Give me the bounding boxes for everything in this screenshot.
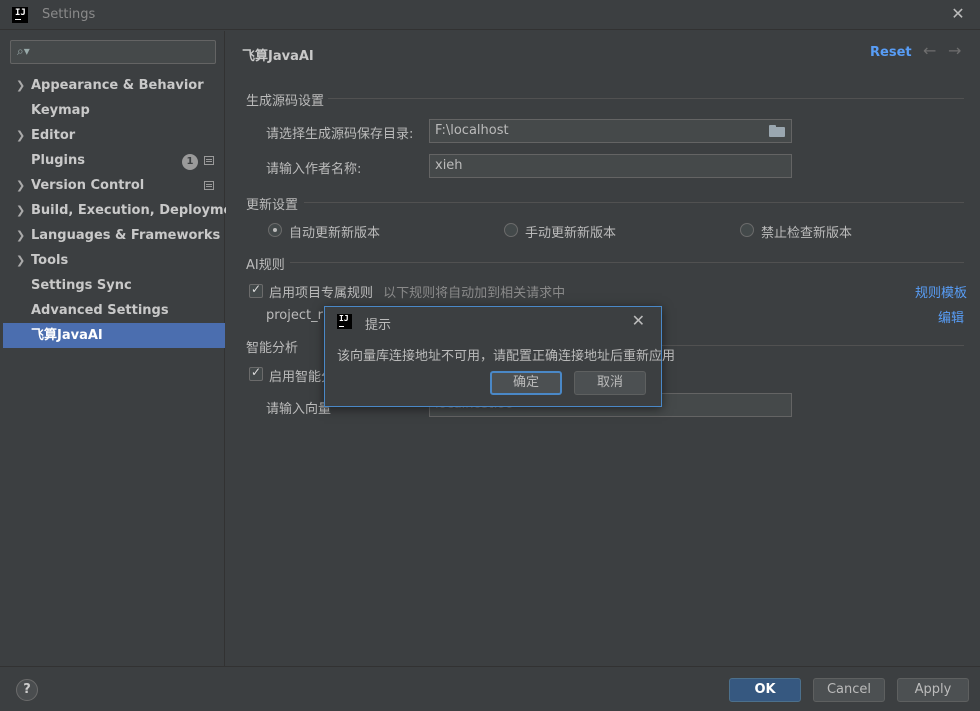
alert-dialog: IJ 提示 ✕ 该向量库连接地址不可用，请配置正确连接地址后重新应用 确定 取消 — [324, 306, 675, 407]
page-title: 飞算JavaAI — [242, 49, 314, 64]
sidebar-item-languages[interactable]: ❯ Languages & Frameworks — [0, 223, 225, 248]
dialog-cancel-button[interactable]: 取消 — [574, 371, 646, 395]
ok-button[interactable]: OK — [729, 678, 801, 702]
arrow-right-icon[interactable]: → — [948, 41, 961, 60]
edit-rule-link[interactable]: 编辑 — [938, 307, 964, 326]
author-value: xieh — [435, 158, 463, 173]
rules-template-link[interactable]: 规则模板 — [915, 282, 967, 301]
sidebar-item-label: Plugins — [31, 153, 85, 168]
chevron-right-icon: ❯ — [16, 179, 26, 192]
source-path-label: 请选择生成源码保存目录: — [266, 127, 414, 142]
sidebar-item-label: Build, Execution, Deployment — [31, 203, 248, 218]
apply-button[interactable]: Apply — [897, 678, 969, 702]
settings-sidebar: ⌕▾ ❯ Appearance & Behavior Keymap ❯ Edit… — [0, 31, 248, 666]
enable-project-rules-text: 启用项目专属规则 — [269, 286, 374, 301]
disable-update-label: 禁止检查新版本 — [761, 226, 853, 241]
chevron-right-icon: ❯ — [16, 79, 26, 92]
sidebar-item-label: Settings Sync — [31, 278, 132, 293]
ai-rules-section-header: AI规则 — [246, 258, 285, 273]
enable-project-rules-label: 启用项目专属规则 以下规则将自动加到相关请求中 — [269, 282, 565, 301]
dialog-title: 提示 — [365, 318, 392, 333]
sidebar-item-appearance[interactable]: ❯ Appearance & Behavior — [0, 73, 225, 98]
folder-icon[interactable] — [769, 125, 785, 137]
sidebar-item-build[interactable]: ❯ Build, Execution, Deployment — [0, 198, 248, 223]
intellij-logo-icon: IJ — [337, 314, 352, 329]
section-divider — [290, 262, 964, 263]
enable-project-rules-checkbox[interactable] — [249, 282, 263, 298]
update-section-header: 更新设置 — [246, 198, 299, 213]
title-bar: IJ Settings ✕ — [0, 0, 980, 30]
dialog-confirm-button[interactable]: 确定 — [490, 371, 562, 395]
sidebar-item-label: 飞算JavaAI — [31, 328, 103, 343]
source-path-field[interactable]: F:\localhost — [429, 119, 792, 143]
reset-link[interactable]: Reset — [870, 45, 912, 60]
search-icon: ⌕▾ — [17, 44, 30, 58]
update-count-badge: 1 — [182, 154, 198, 170]
settings-tree: ❯ Appearance & Behavior Keymap ❯ Editor … — [0, 73, 248, 348]
sidebar-item-label: Editor — [31, 128, 76, 143]
intellij-logo-icon: IJ — [12, 7, 28, 23]
sidebar-item-advanced[interactable]: Advanced Settings — [0, 298, 225, 323]
sidebar-item-settings-sync[interactable]: Settings Sync — [0, 273, 225, 298]
arrow-left-icon[interactable]: ← — [923, 41, 936, 60]
enable-smart-analysis-checkbox[interactable] — [249, 365, 263, 381]
source-path-value: F:\localhost — [435, 123, 509, 138]
project-level-icon — [204, 181, 214, 190]
sidebar-item-keymap[interactable]: Keymap — [0, 98, 225, 123]
dialog-footer: ? OK Cancel Apply — [0, 666, 980, 711]
sidebar-item-version-control[interactable]: ❯ Version Control — [0, 173, 225, 198]
section-divider — [328, 98, 964, 99]
sidebar-item-label: Version Control — [31, 178, 145, 193]
vector-db-label: 请输入向量 — [266, 402, 332, 417]
sidebar-item-tools[interactable]: ❯ Tools — [0, 248, 225, 273]
auto-update-radio[interactable] — [268, 223, 282, 237]
chevron-right-icon: ❯ — [16, 254, 26, 267]
source-section-header: 生成源码设置 — [246, 94, 325, 109]
search-input[interactable]: ⌕▾ — [10, 40, 216, 64]
auto-update-label: 自动更新新版本 — [289, 226, 381, 241]
disable-update-radio[interactable] — [740, 223, 754, 237]
manual-update-radio[interactable] — [504, 223, 518, 237]
chevron-right-icon: ❯ — [16, 229, 26, 242]
project-level-icon — [204, 156, 214, 165]
section-divider — [304, 202, 964, 203]
cancel-button[interactable]: Cancel — [813, 678, 885, 702]
close-icon[interactable]: ✕ — [632, 311, 645, 330]
author-input[interactable]: xieh — [429, 154, 792, 178]
sidebar-item-label: Appearance & Behavior — [31, 78, 204, 93]
smart-analysis-section-header: 智能分析 — [246, 341, 299, 356]
project-rule-name: project_ru — [266, 308, 332, 323]
sidebar-item-plugins[interactable]: Plugins 1 — [0, 148, 225, 173]
dialog-message: 该向量库连接地址不可用，请配置正确连接地址后重新应用 — [337, 349, 676, 364]
author-label: 请输入作者名称: — [266, 162, 362, 177]
sidebar-item-label: Languages & Frameworks — [31, 228, 221, 243]
help-button[interactable]: ? — [16, 679, 38, 701]
sidebar-item-feisuan-javaai[interactable]: 飞算JavaAI — [3, 323, 225, 348]
project-rules-hint: 以下规则将自动加到相关请求中 — [383, 286, 566, 301]
close-icon[interactable]: ✕ — [950, 6, 966, 22]
section-divider — [662, 345, 964, 346]
chevron-right-icon: ❯ — [16, 129, 26, 142]
sidebar-item-label: Tools — [31, 253, 69, 268]
sidebar-item-label: Advanced Settings — [31, 303, 169, 318]
chevron-right-icon: ❯ — [16, 204, 26, 217]
manual-update-label: 手动更新新版本 — [525, 226, 617, 241]
sidebar-item-label: Keymap — [31, 103, 90, 118]
window-title: Settings — [42, 7, 96, 22]
sidebar-item-editor[interactable]: ❯ Editor — [0, 123, 225, 148]
